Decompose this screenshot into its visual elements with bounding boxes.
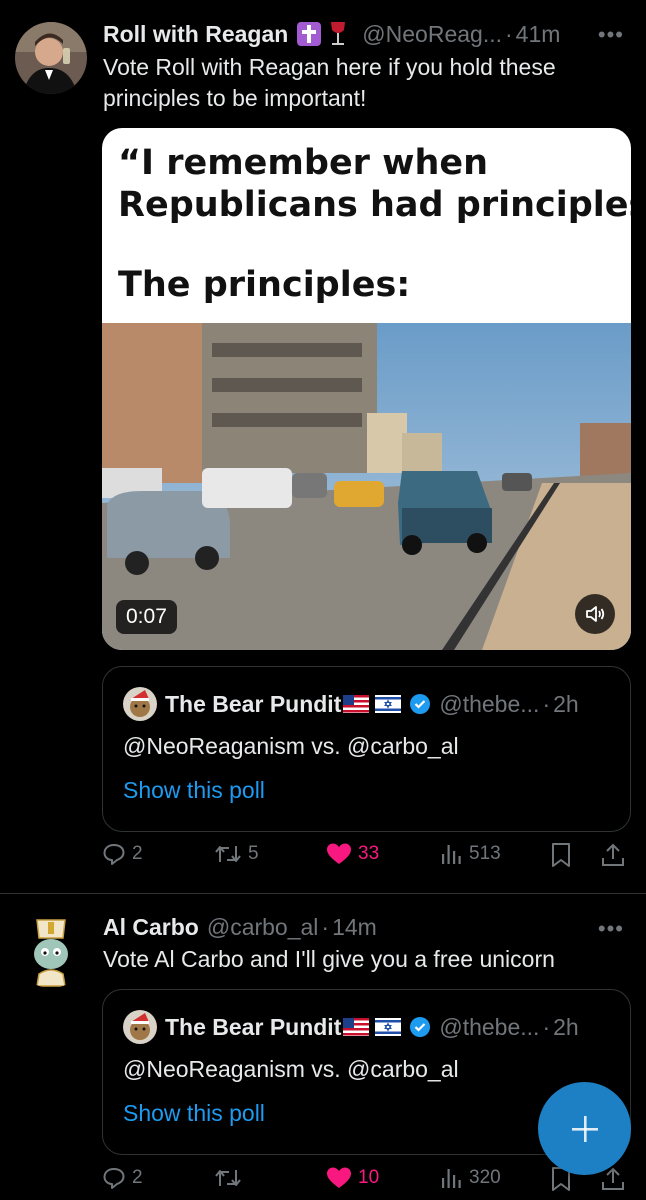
- heart-icon: [327, 1167, 351, 1188]
- verified-icon: [409, 693, 431, 715]
- israel-flag-icon: [375, 695, 402, 713]
- quote-handle[interactable]: @thebe...: [439, 1014, 539, 1041]
- avatar[interactable]: [15, 916, 87, 988]
- action-bar: 2 10 320: [102, 1166, 632, 1200]
- tweet-text: Vote Roll with Reagan here if you hold t…: [103, 54, 556, 111]
- quote-timestamp: 2h: [553, 690, 579, 717]
- view-count: 513: [469, 843, 501, 864]
- tweet-media[interactable]: “I remember when Republicans had princip…: [102, 128, 631, 650]
- like-button[interactable]: 10: [326, 1166, 379, 1190]
- caption-line-2: Republicans had principles”: [118, 185, 631, 225]
- plus-icon: [571, 1115, 598, 1142]
- reply-button[interactable]: 2: [102, 842, 143, 866]
- handle[interactable]: @carbo_al: [207, 914, 319, 941]
- video-duration: 0:07: [116, 600, 177, 634]
- quote-text: @NeoReaganism vs. @carbo_al: [123, 1056, 459, 1082]
- like-count: 10: [358, 1167, 380, 1188]
- reply-count: 2: [132, 843, 143, 864]
- repost-icon: [215, 1170, 241, 1186]
- volume-icon[interactable]: [575, 594, 615, 634]
- separator: ·: [321, 914, 330, 940]
- avatar: [123, 687, 157, 721]
- tweet-header: Roll with Reagan @NeoReag... · 41m: [103, 20, 560, 48]
- quote-handle[interactable]: @thebe...: [439, 691, 539, 718]
- quote-display-name[interactable]: The Bear Pundit: [165, 691, 341, 718]
- verified-icon: [409, 1016, 431, 1038]
- bookmark-icon[interactable]: [550, 842, 578, 868]
- display-name[interactable]: Al Carbo: [103, 914, 199, 941]
- heart-icon: [327, 843, 351, 864]
- caption-line-3: The principles:: [118, 265, 411, 305]
- reply-button[interactable]: 2: [102, 1166, 143, 1190]
- tweet-text: Vote Al Carbo and I'll give you a free u…: [103, 946, 555, 972]
- separator: ·: [505, 20, 513, 47]
- quote-display-name[interactable]: The Bear Pundit: [165, 1014, 341, 1041]
- like-count: 33: [358, 843, 380, 864]
- quote-timestamp: 2h: [553, 1013, 579, 1040]
- reply-icon: [103, 1168, 125, 1189]
- compose-button[interactable]: [538, 1082, 631, 1175]
- views-button[interactable]: 513: [439, 842, 501, 866]
- show-poll-link[interactable]: Show this poll: [123, 1100, 265, 1127]
- timestamp[interactable]: 14m: [332, 914, 377, 941]
- quote-header: The Bear Pundit @thebe... · 2h: [123, 1010, 579, 1044]
- view-count: 320: [469, 1167, 501, 1188]
- share-icon[interactable]: [600, 842, 632, 868]
- show-poll-link[interactable]: Show this poll: [123, 777, 265, 804]
- caption-line-1: “I remember when: [118, 143, 489, 183]
- video-frame: [102, 323, 631, 650]
- timestamp[interactable]: 41m: [516, 21, 561, 48]
- repost-icon: [215, 846, 241, 862]
- quoted-tweet[interactable]: The Bear Pundit @thebe... · 2h @NeoReaga…: [102, 666, 631, 832]
- tweet-header: Al Carbo @carbo_al · 14m: [103, 914, 377, 941]
- like-button[interactable]: 33: [326, 842, 379, 866]
- israel-flag-icon: [375, 1018, 402, 1036]
- more-options-icon[interactable]: •••: [598, 22, 624, 48]
- handle[interactable]: @NeoReag...: [362, 21, 502, 48]
- display-name[interactable]: Roll with Reagan: [103, 21, 288, 48]
- us-flag-icon: [343, 1018, 370, 1036]
- separator: ·: [542, 1013, 551, 1040]
- media-caption: “I remember when Republicans had princip…: [118, 142, 631, 305]
- quote-text: @NeoReaganism vs. @carbo_al: [123, 733, 459, 759]
- cross-badge-icon: [296, 21, 322, 47]
- action-bar: 2 5 33 513: [102, 842, 632, 876]
- wine-glass-icon: [328, 20, 348, 48]
- reply-icon: [103, 844, 125, 865]
- tweet-roll-with-reagan[interactable]: Roll with Reagan @NeoReag... · 41m ••• V…: [0, 0, 646, 893]
- repost-button[interactable]: 5: [214, 842, 259, 866]
- views-button[interactable]: 320: [439, 1166, 501, 1190]
- quote-header: The Bear Pundit @thebe... · 2h: [123, 687, 579, 721]
- repost-count: 5: [248, 843, 259, 864]
- views-icon: [442, 1169, 461, 1188]
- reply-count: 2: [132, 1167, 143, 1188]
- separator: ·: [542, 690, 551, 717]
- avatar[interactable]: [15, 22, 87, 94]
- views-icon: [442, 845, 461, 864]
- more-options-icon[interactable]: •••: [598, 916, 624, 942]
- us-flag-icon: [343, 695, 370, 713]
- repost-button[interactable]: [214, 1166, 248, 1190]
- video-player[interactable]: 0:07: [102, 323, 631, 650]
- avatar: [123, 1010, 157, 1044]
